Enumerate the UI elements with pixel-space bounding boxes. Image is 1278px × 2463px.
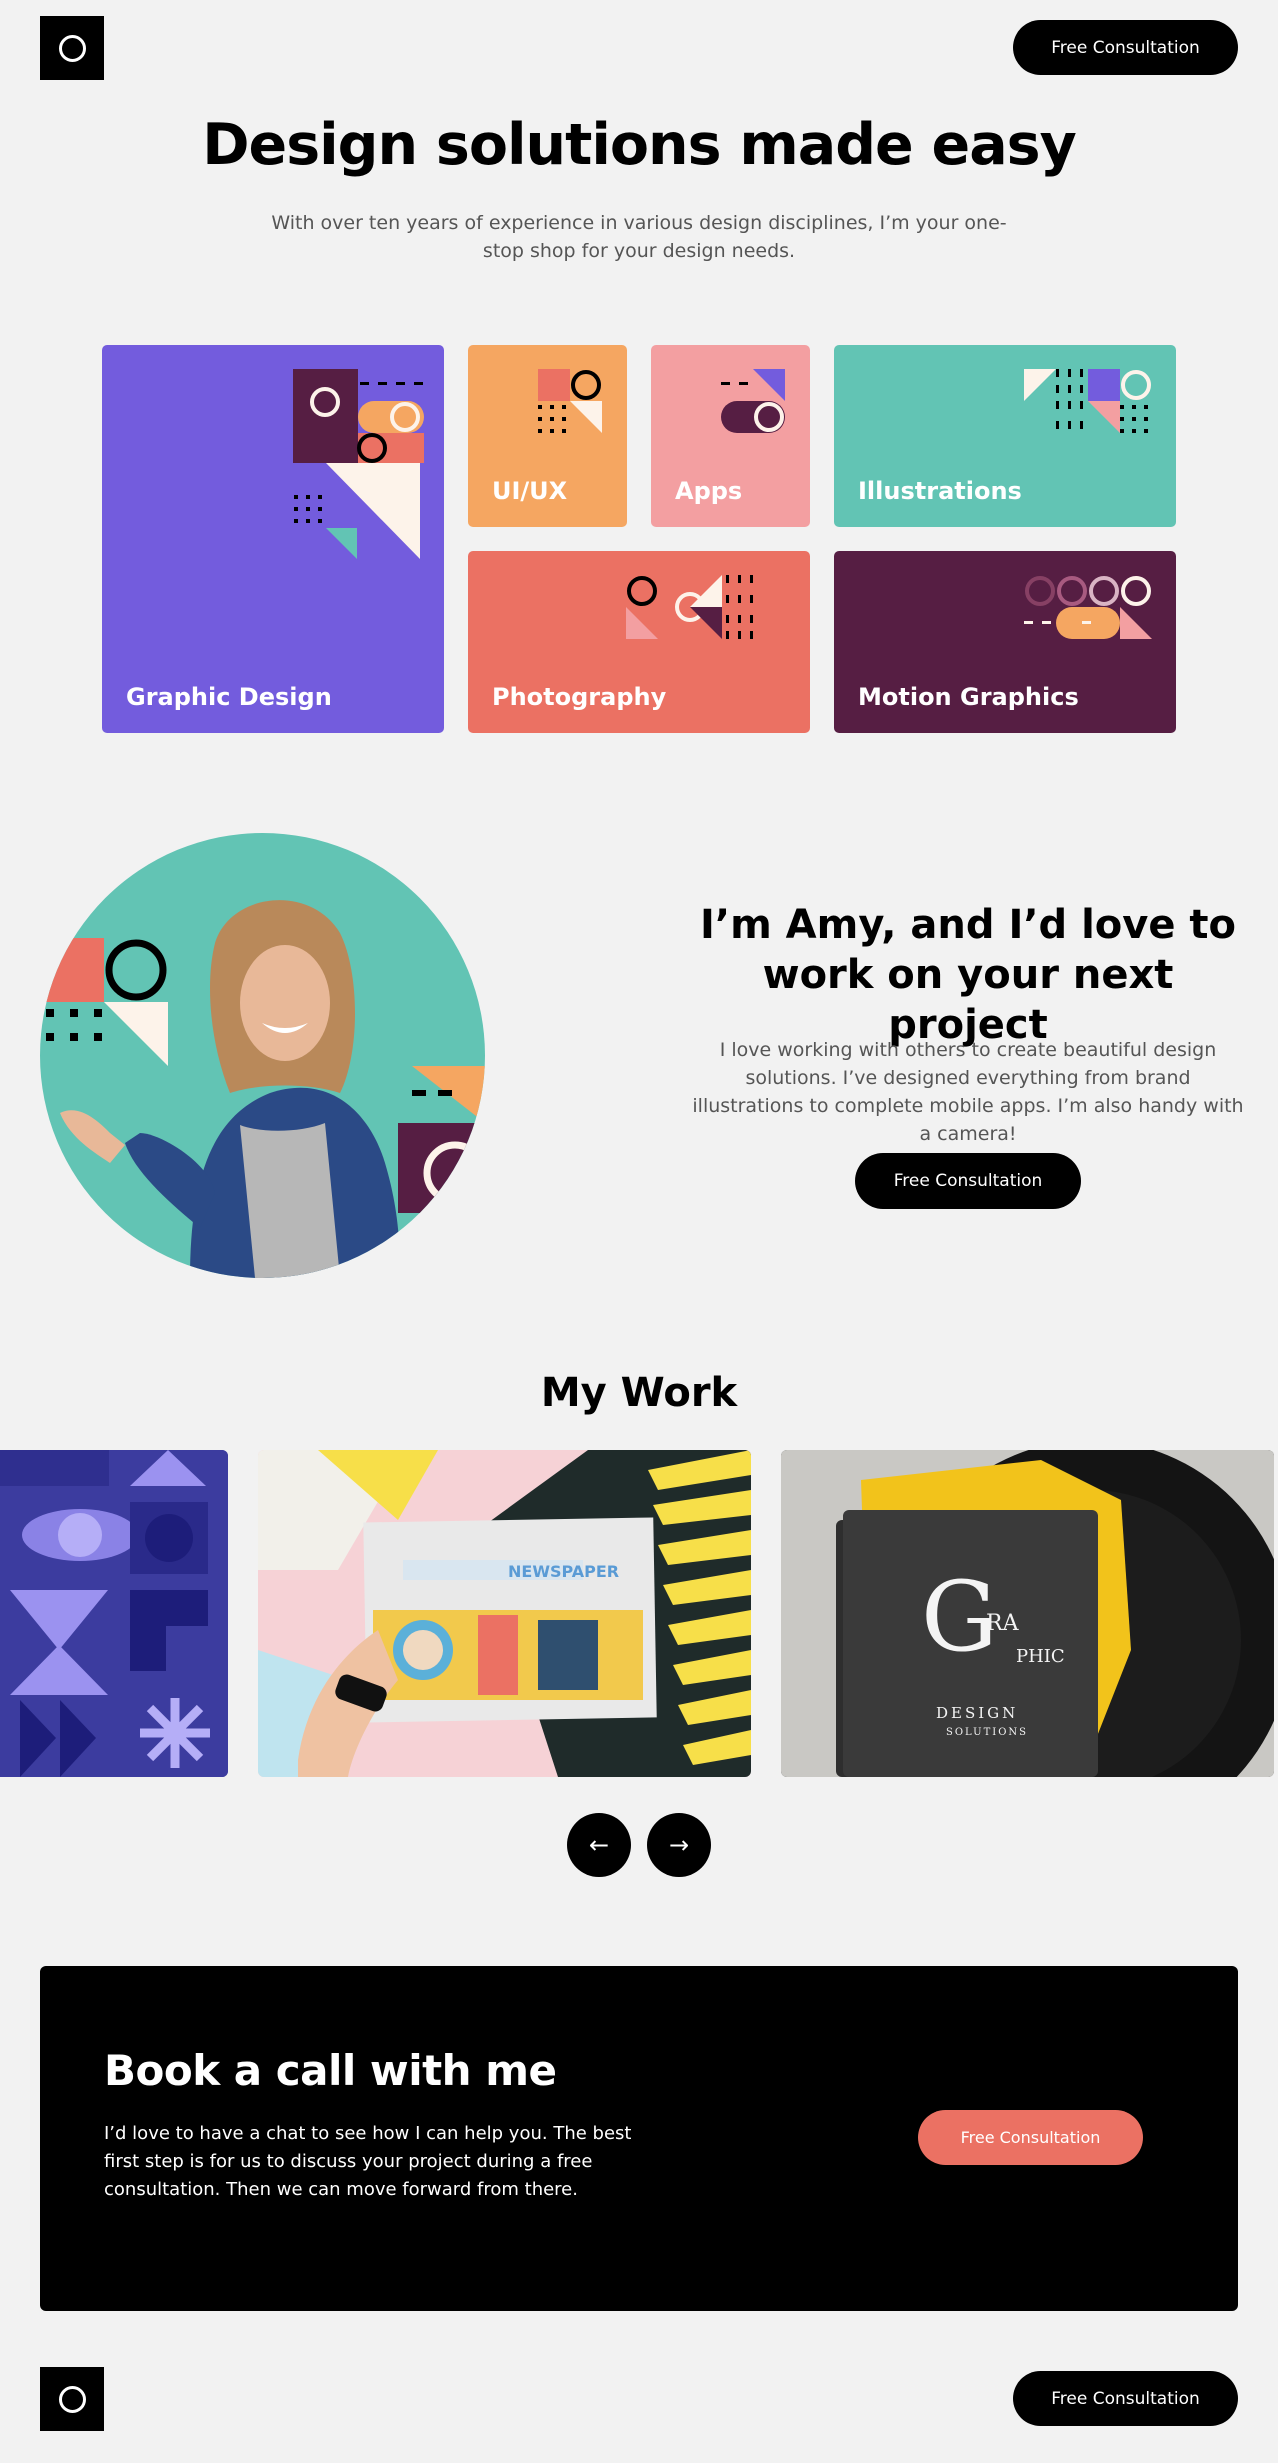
svg-text:RA: RA (986, 1611, 1020, 1636)
carousel-prev-button[interactable]: ← (567, 1813, 631, 1877)
carousel-next-button[interactable]: → (647, 1813, 711, 1877)
service-label: UI/UX (492, 477, 568, 505)
hero-subtitle: With over ten years of experience in var… (271, 212, 1007, 262)
cta-title: Book a call with me (104, 2046, 557, 2095)
svg-text:NEWSPAPER: NEWSPAPER (508, 1562, 619, 1581)
about-consultation-button[interactable]: Free Consultation (855, 1153, 1081, 1209)
geometric-pattern-image (0, 1450, 228, 1777)
arrow-left-icon: ← (588, 1831, 610, 1859)
footer-consultation-button[interactable]: Free Consultation (1013, 2371, 1238, 2426)
logo-circle-icon (59, 35, 86, 62)
service-label: Photography (492, 683, 667, 711)
book-photo-image: G RA PHIC DESIGN SOLUTIONS (781, 1450, 1274, 1777)
service-card-ui-ux[interactable]: UI/UX (468, 345, 627, 527)
svg-text:PHIC: PHIC (1016, 1646, 1065, 1667)
header-consultation-button[interactable]: Free Consultation (1013, 20, 1238, 75)
service-label: Illustrations (858, 477, 1022, 505)
book-call-section: Book a call with me I’d love to have a c… (40, 1966, 1238, 2311)
my-work-title: My Work (540, 1370, 738, 1416)
about-text: I love working with others to create bea… (692, 1039, 1244, 1145)
cta-text: I’d love to have a chat to see how I can… (104, 2123, 632, 2200)
service-label: Motion Graphics (858, 683, 1079, 711)
hero-title: Design solutions made easy (202, 112, 1077, 178)
footer-logo[interactable] (40, 2367, 104, 2431)
work-item-geometric-pattern[interactable] (0, 1450, 228, 1777)
graphic-design-shapes-icon (293, 369, 424, 559)
newspaper-photo-image: NEWSPAPER (258, 1450, 751, 1777)
portrait-image (40, 833, 485, 1278)
work-item-newspaper[interactable]: NEWSPAPER (258, 1450, 751, 1777)
service-card-photography[interactable]: Photography (468, 551, 810, 733)
work-item-graphic-design-book[interactable]: G RA PHIC DESIGN SOLUTIONS (781, 1450, 1274, 1777)
cta-consultation-button[interactable]: Free Consultation (918, 2110, 1143, 2165)
service-label: Apps (675, 477, 743, 505)
service-label: Graphic Design (126, 683, 332, 711)
logo[interactable] (40, 16, 104, 80)
service-card-apps[interactable]: Apps (651, 345, 810, 527)
service-card-graphic-design[interactable]: Graphic Design (102, 345, 444, 733)
service-card-illustrations[interactable]: Illustrations (834, 345, 1176, 527)
about-title: I’m Amy, and I’d love to work on your ne… (700, 902, 1236, 1048)
service-card-motion-graphics[interactable]: Motion Graphics (834, 551, 1176, 733)
svg-text:DESIGN: DESIGN (936, 1704, 1018, 1722)
arrow-right-icon: → (668, 1831, 690, 1859)
logo-circle-icon (59, 2386, 86, 2413)
svg-text:SOLUTIONS: SOLUTIONS (946, 1727, 1028, 1738)
